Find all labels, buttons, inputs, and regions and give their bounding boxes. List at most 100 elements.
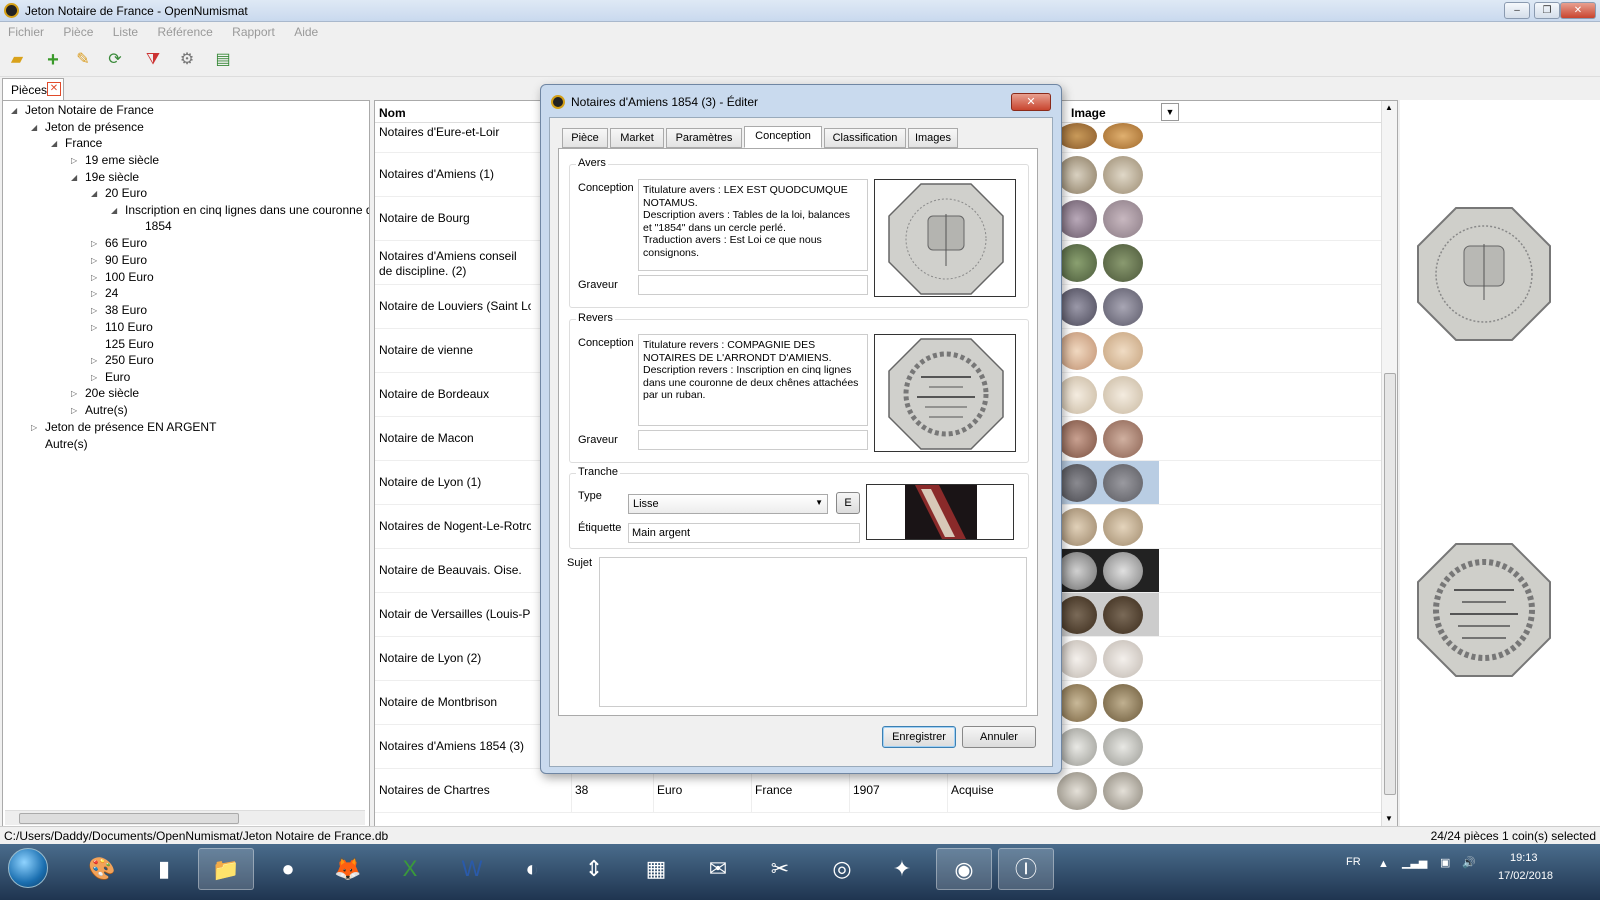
tree-arrow[interactable]: ◢: [11, 106, 17, 115]
tab-pieces[interactable]: Pièces ✕: [2, 78, 64, 100]
excel-icon[interactable]: X: [382, 848, 438, 890]
revers-graveur-field[interactable]: [638, 430, 868, 450]
tree-node[interactable]: Autre(s): [45, 437, 88, 451]
tree-node[interactable]: 66 Euro: [105, 236, 147, 250]
tree-node[interactable]: 125 Euro: [105, 337, 154, 351]
word-icon[interactable]: W: [444, 848, 500, 890]
usb-icon[interactable]: ▮: [136, 848, 192, 890]
tree-arrow[interactable]: ▷: [31, 423, 37, 432]
wand-icon[interactable]: ✦: [874, 848, 930, 890]
chrome-icon[interactable]: ◉: [936, 848, 992, 890]
close-button[interactable]: ✕: [1560, 2, 1596, 19]
scrollbar-thumb[interactable]: [19, 813, 239, 824]
network-icon[interactable]: ▁▃▅: [1402, 856, 1427, 869]
tree-arrow[interactable]: ▷: [91, 356, 97, 365]
tree-arrow[interactable]: ◢: [111, 206, 117, 215]
mail-icon[interactable]: ✉: [690, 848, 746, 890]
menu-piece[interactable]: Pièce: [55, 22, 101, 39]
tray-arrow-icon[interactable]: ▲: [1378, 858, 1389, 870]
tree-arrow[interactable]: ◢: [31, 123, 37, 132]
tree-arrow[interactable]: ▷: [91, 256, 97, 265]
cancel-button[interactable]: Annuler: [962, 726, 1036, 748]
tree-arrow[interactable]: ▷: [71, 156, 77, 165]
tranche-image[interactable]: [866, 484, 1014, 540]
revers-conception-field[interactable]: Titulature revers : COMPAGNIE DES NOTAIR…: [638, 334, 868, 426]
save-button[interactable]: Enregistrer: [882, 726, 956, 748]
filter-clear-icon[interactable]: ⧩: [142, 49, 164, 71]
menu-aide[interactable]: Aide: [286, 22, 326, 39]
tree-node[interactable]: Autre(s): [85, 403, 128, 417]
firefox-orb-icon[interactable]: ●: [260, 848, 316, 890]
tree-node[interactable]: 24: [105, 286, 118, 300]
tree-node[interactable]: 110 Euro: [105, 320, 153, 334]
snipping-icon[interactable]: ✂: [752, 848, 808, 890]
sujet-field[interactable]: [599, 557, 1027, 707]
tree-node[interactable]: 100 Euro: [105, 270, 154, 284]
maximize-button[interactable]: ❐: [1534, 2, 1560, 19]
avers-image[interactable]: [874, 179, 1016, 297]
tree-node[interactable]: 20 Euro: [105, 186, 147, 200]
tree-arrow[interactable]: ▷: [91, 373, 97, 382]
tree-panel[interactable]: ◢ Jeton Notaire de France ◢ Jeton de pré…: [2, 100, 370, 828]
tree-node[interactable]: 250 Euro: [105, 353, 154, 367]
tree-arrow[interactable]: ▷: [91, 289, 97, 298]
revers-image[interactable]: [874, 334, 1016, 452]
tranche-etiquette-field[interactable]: Main argent: [628, 523, 860, 543]
device-icon[interactable]: ▣: [1440, 856, 1450, 869]
add-icon[interactable]: +: [42, 49, 64, 71]
tree-node[interactable]: 20e siècle: [85, 386, 139, 400]
opennumismat-icon[interactable]: Ⓘ: [998, 848, 1054, 890]
tree-node[interactable]: 90 Euro: [105, 253, 147, 267]
tree-arrow[interactable]: ◢: [51, 139, 57, 148]
tree-node[interactable]: Jeton Notaire de France: [25, 103, 154, 117]
menu-liste[interactable]: Liste: [105, 22, 146, 39]
tree-arrow[interactable]: ◢: [71, 173, 77, 182]
settings-icon[interactable]: ⚙: [176, 49, 198, 71]
tree-node[interactable]: 19e siècle: [85, 170, 139, 184]
tree-node[interactable]: Euro: [105, 370, 130, 384]
tab-classification[interactable]: Classification: [824, 128, 906, 148]
column-header-image[interactable]: Image: [1071, 106, 1106, 120]
grid-vertical-scrollbar[interactable]: ▲ ▼: [1381, 101, 1397, 827]
tree-arrow[interactable]: ▷: [71, 406, 77, 415]
start-button[interactable]: [8, 848, 48, 888]
open-folder-icon[interactable]: ▰: [6, 49, 28, 71]
avers-conception-field[interactable]: Titulature avers : LEX EST QUODCUMQUE NO…: [638, 179, 868, 271]
coins-icon[interactable]: ◎: [814, 848, 870, 890]
menu-reference[interactable]: Référence: [149, 22, 220, 39]
tree-node[interactable]: Jeton de présence: [45, 120, 144, 134]
tree-node[interactable]: Inscription en cinq lignes dans une cour…: [125, 203, 369, 217]
tree-node[interactable]: 19 eme siècle: [85, 153, 159, 167]
edit-icon[interactable]: ✎: [72, 49, 94, 71]
column-header-name[interactable]: Nom: [379, 106, 406, 120]
volume-icon[interactable]: 🔊: [1462, 856, 1476, 869]
clock-time[interactable]: 19:13: [1510, 852, 1538, 864]
scroll-down-icon[interactable]: ▼: [1385, 814, 1393, 823]
tab-market[interactable]: Market: [610, 128, 664, 148]
avers-graveur-field[interactable]: [638, 275, 868, 295]
minimize-button[interactable]: ‒: [1504, 2, 1530, 19]
tree-node[interactable]: Jeton de présence EN ARGENT: [45, 420, 216, 434]
tree-horizontal-scrollbar[interactable]: [5, 810, 365, 825]
scrollbar-thumb[interactable]: [1384, 373, 1396, 795]
chevron-down-icon[interactable]: ▼: [1161, 103, 1179, 121]
menu-fichier[interactable]: Fichier: [0, 22, 52, 39]
tree-arrow[interactable]: ◢: [91, 189, 97, 198]
table-row[interactable]: Notaires de Chartres 38 Euro France 1907…: [375, 769, 1397, 813]
tab-piece[interactable]: Pièce: [562, 128, 608, 148]
firefox-icon[interactable]: 🦊: [320, 848, 376, 890]
tab-images[interactable]: Images: [908, 128, 958, 148]
refresh-icon[interactable]: ⟳: [104, 49, 126, 71]
scroll-up-icon[interactable]: ▲: [1385, 103, 1393, 112]
tree-node[interactable]: 1854: [145, 219, 172, 233]
tree-arrow[interactable]: ▷: [91, 239, 97, 248]
close-tab-icon[interactable]: ✕: [47, 82, 61, 96]
edit-edge-button[interactable]: E: [836, 492, 860, 514]
tree-arrow[interactable]: ▷: [91, 273, 97, 282]
clock-date[interactable]: 17/02/2018: [1498, 870, 1553, 882]
dialog-close-button[interactable]: ✕: [1011, 93, 1051, 111]
tree-node[interactable]: 38 Euro: [105, 303, 147, 317]
explorer-icon[interactable]: 📁: [198, 848, 254, 890]
tab-conception[interactable]: Conception: [744, 126, 822, 148]
media-icon[interactable]: ◐: [504, 848, 560, 890]
